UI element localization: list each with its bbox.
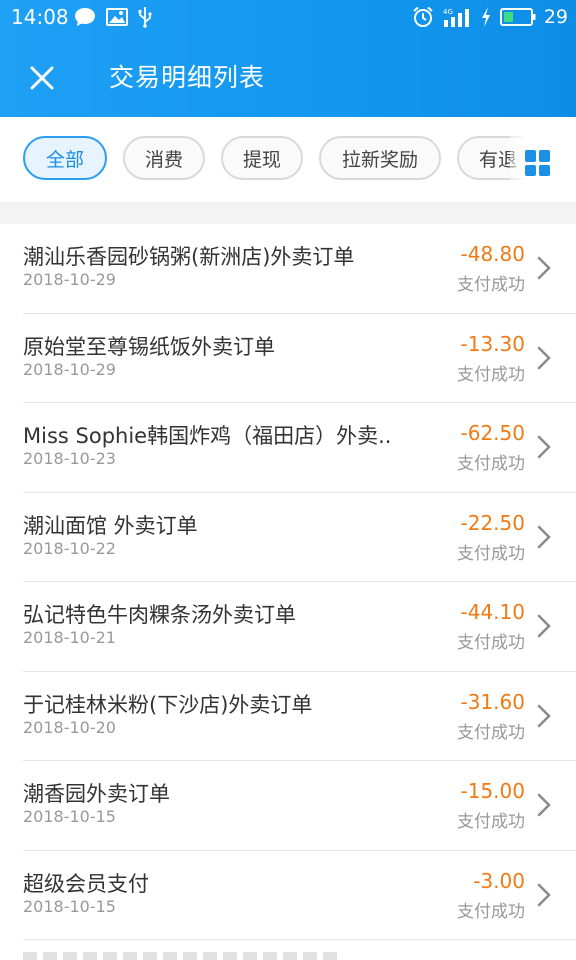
status-system-icons: 4G 29 [412,5,568,29]
transaction-status: 支付成功 [457,543,525,564]
section-divider [0,202,576,224]
transaction-date: 2018-10-15 [23,896,116,916]
filter-chip-consume[interactable]: 消费 [123,136,205,180]
filter-chips: 全部 消费 提现 拉新奖励 有退 [23,136,557,180]
chevron-right-icon [537,525,551,548]
transaction-title: 超级会员支付 [23,871,149,896]
transaction-amount: -22.50 [460,510,525,535]
svg-text:4G: 4G [443,8,453,16]
transaction-status: 支付成功 [457,275,525,295]
transaction-status: 支付成功 [457,633,525,653]
chat-bubble-icon [75,8,95,26]
page-title: 交易明细列表 [109,63,266,92]
transaction-date: 2018-10-21 [23,628,116,647]
usb-icon [138,7,152,28]
battery-level: 29 [543,6,568,28]
transaction-title: 原始堂至尊锡纸饭外卖订单 [23,334,275,359]
filter-chip-referral-reward[interactable]: 拉新奖励 [319,136,441,180]
chevron-right-icon [537,793,551,817]
signal-icon: 4G [443,8,469,27]
transaction-amount: -48.80 [460,242,525,266]
transaction-row[interactable]: 于记桂林米粉(下沙店)外卖订单 2018-10-20 -31.60 支付成功 [0,672,576,762]
partial-next-row [23,952,343,960]
transaction-row[interactable]: 弘记特色牛肉粿条汤外卖订单 2018-10-21 -44.10 支付成功 [0,582,576,672]
chevron-right-icon [537,435,551,459]
transaction-date: 2018-10-29 [23,270,116,289]
transaction-row[interactable]: Miss Sophie韩国炸鸡（福田店）外卖.. 2018-10-23 -62.… [0,403,576,493]
transaction-title: Miss Sophie韩国炸鸡（福田店）外卖.. [23,424,392,448]
transaction-date: 2018-10-22 [23,538,116,558]
transaction-title: 潮汕乐香园砂锅粥(新洲店)外卖订单 [23,245,355,269]
transaction-amount: -15.00 [460,779,525,803]
grid-icon[interactable] [525,150,551,176]
chevron-right-icon [537,883,551,906]
transaction-row[interactable]: 潮汕面馆 外卖订单 2018-10-22 -22.50 支付成功 [0,493,576,583]
close-button[interactable] [22,58,62,98]
transaction-title: 潮汕面馆 外卖订单 [23,513,198,538]
transaction-status: 支付成功 [457,901,525,922]
transaction-amount: -62.50 [460,421,525,445]
alarm-icon [413,6,433,27]
transaction-status: 支付成功 [457,722,525,743]
status-notification-icons [74,6,152,28]
nav-bar: 交易明细列表 [0,40,576,112]
chevron-right-icon [537,704,551,727]
status-bar: 14:08 4G 29 [0,0,576,34]
battery-icon [499,8,536,26]
transaction-row[interactable]: 潮汕乐香园砂锅粥(新洲店)外卖订单 2018-10-29 -48.80 支付成功 [0,224,576,314]
transaction-status: 支付成功 [457,812,525,832]
transaction-date: 2018-10-20 [23,717,116,737]
filter-bar: 全部 消费 提现 拉新奖励 有退 [0,117,576,202]
close-icon [30,66,54,90]
transaction-date: 2018-10-23 [23,449,116,468]
transaction-row[interactable]: 潮香园外卖订单 2018-10-15 -15.00 支付成功 [0,761,576,851]
chevron-right-icon [537,614,551,638]
app-header: 14:08 4G 29 交易明细列表 [0,0,576,117]
transaction-amount: -44.10 [460,600,525,624]
transaction-amount: -13.30 [460,331,525,356]
transaction-date: 2018-10-29 [23,359,116,379]
status-time: 14:08 [11,5,69,29]
filter-chip-withdraw[interactable]: 提现 [221,136,303,180]
transaction-amount: -31.60 [460,689,525,714]
image-icon [106,8,128,26]
transaction-row[interactable]: 原始堂至尊锡纸饭外卖订单 2018-10-29 -13.30 支付成功 [0,314,576,404]
filter-chip-all[interactable]: 全部 [23,136,107,180]
transaction-title: 潮香园外卖订单 [23,782,170,806]
chevron-right-icon [537,256,551,280]
transaction-amount: -3.00 [473,868,525,893]
transaction-list: 潮汕乐香园砂锅粥(新洲店)外卖订单 2018-10-29 -48.80 支付成功… [0,224,576,940]
transaction-status: 支付成功 [457,364,525,385]
charging-icon [481,7,490,27]
transaction-row[interactable]: 超级会员支付 2018-10-15 -3.00 支付成功 [0,851,576,941]
chevron-right-icon [537,346,551,369]
transaction-title: 弘记特色牛肉粿条汤外卖订单 [23,603,296,627]
transaction-status: 支付成功 [457,454,525,474]
transaction-title: 于记桂林米粉(下沙店)外卖订单 [23,692,313,717]
transaction-date: 2018-10-15 [23,807,116,826]
